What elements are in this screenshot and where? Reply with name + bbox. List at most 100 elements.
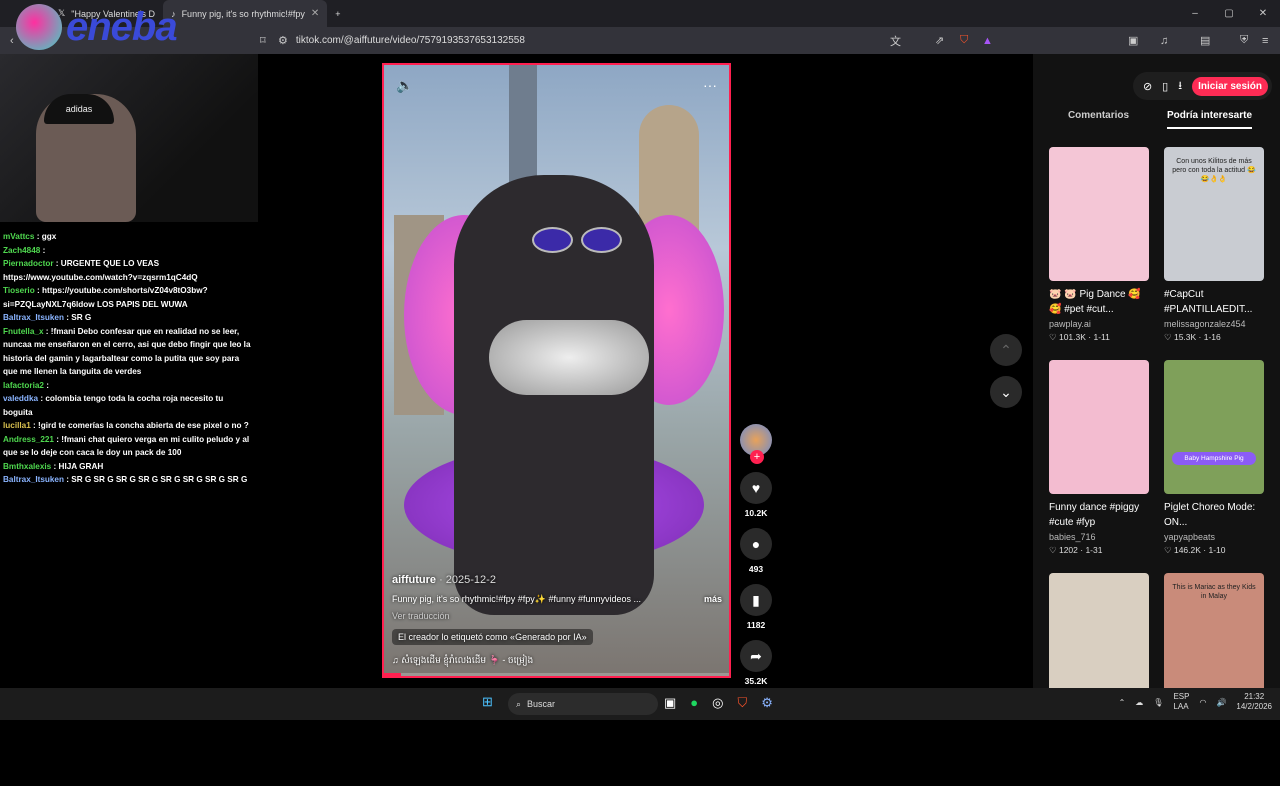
minimize-button[interactable]: – [1178, 0, 1212, 27]
eneba-logo-mark [16, 4, 62, 50]
music-icon[interactable]: ♫ [1160, 35, 1168, 47]
menu-icon[interactable]: ≡ [1262, 35, 1268, 47]
share-button[interactable]: ➦ [740, 640, 772, 672]
chat-username[interactable]: lafactoria2 [3, 381, 44, 390]
save-count: 1182 [746, 620, 766, 630]
tab-suggested[interactable]: Podría interesarte [1166, 110, 1253, 129]
steam-icon[interactable]: ⚙ [761, 695, 773, 711]
tray-chevron-icon[interactable]: ⌃ [1119, 698, 1126, 707]
clock[interactable]: 21:32 14/2/2026 [1236, 692, 1272, 712]
new-tab-button[interactable]: + [327, 0, 348, 27]
taskbar-search[interactable]: ⌕ Buscar [508, 693, 658, 715]
chat-username[interactable]: Zach4848 [3, 246, 40, 255]
right-panel: ⊘ ▯ ⭳ Iniciar sesión Comentarios Podría … [1033, 54, 1280, 707]
login-button[interactable]: Iniciar sesión [1192, 76, 1268, 96]
back-icon[interactable]: ‹ [10, 35, 14, 47]
share-arrow-icon: ➦ [750, 647, 762, 664]
bookmark-icon[interactable]: ⌑ [260, 34, 266, 47]
more-options-button[interactable]: ··· [703, 77, 717, 94]
suggested-video-card[interactable]: Con unos Kilitos de más pero con toda la… [1164, 147, 1264, 360]
video-date: · 2025-12-2 [439, 574, 496, 586]
panel-tabs: Comentarios Podría interesarte [1049, 110, 1271, 129]
language-indicator[interactable]: ESP LAA [1173, 692, 1189, 712]
sunglasses [532, 227, 622, 253]
video-player[interactable]: 🔈 ··· aiffuture · 2025-12-2 Funny pig, i… [382, 63, 731, 678]
music-info[interactable]: ♫ សំឡេងដើម ខ្ញុំរាំលេងដើម 🦩 - ចម្រៀង [392, 655, 722, 668]
next-video-button[interactable]: ⌄ [990, 376, 1022, 408]
video-author[interactable]: yapyapbeats [1164, 532, 1264, 542]
download-icon[interactable]: ⭳ [1178, 77, 1182, 96]
site-settings-icon[interactable]: ⚙ [278, 34, 288, 47]
video-author[interactable]: aiffuture · 2025-12-2 [392, 574, 722, 586]
close-tab-icon[interactable]: ✕ [311, 8, 319, 19]
video-author[interactable]: babies_716 [1049, 532, 1149, 542]
suggested-video-card[interactable]: 🐷 🐷 Pig Dance 🥰 🥰 #pet #cut... pawplay.ai… [1049, 147, 1149, 360]
suggested-video-card[interactable]: Funny dance #piggy #cute #fyp babies_716 ♡… [1049, 360, 1149, 573]
video-thumbnail[interactable] [1049, 147, 1149, 281]
video-author[interactable]: melissagonzalez454 [1164, 319, 1264, 329]
tab-comments[interactable]: Comentarios [1068, 110, 1129, 129]
previous-video-button[interactable]: ⌃ [990, 334, 1022, 366]
brave-icon[interactable]: ⛉ [738, 695, 748, 711]
vpn-icon[interactable]: ⛨ [1240, 34, 1248, 47]
chat-username[interactable]: mVattcs [3, 232, 34, 241]
suggested-video-card[interactable] [1049, 573, 1149, 786]
chat-username[interactable]: Andress_221 [3, 435, 54, 444]
chat-username[interactable]: Bmthxalexis [3, 462, 51, 471]
video-progress-bar[interactable] [384, 673, 729, 676]
spotify-icon[interactable]: ● [690, 695, 698, 711]
more-link[interactable]: más [704, 594, 722, 605]
chat-username[interactable]: Baltrax_Itsuken [3, 475, 64, 484]
wifi-icon[interactable]: ◠ [1199, 698, 1206, 707]
video-thumbnail[interactable]: This is Mariac as they Kids in Malay [1164, 573, 1264, 707]
video-top-controls: 🔈 ··· [396, 77, 717, 94]
rewards-icon[interactable]: ▲ [982, 35, 993, 47]
chat-username[interactable]: Piernadoctor [3, 259, 54, 268]
creator-avatar[interactable]: + [740, 424, 772, 464]
video-thumbnail[interactable]: Con unos Kilitos de más pero con toda la… [1164, 147, 1264, 281]
suggested-video-card[interactable]: Baby Hampshire Pig Piglet Choreo Mode: ON… [1164, 360, 1264, 573]
volume-icon[interactable]: 🔊 [1216, 698, 1226, 707]
video-thumbnail[interactable]: Baby Hampshire Pig [1164, 360, 1264, 494]
author-name[interactable]: aiffuture [392, 574, 436, 586]
close-window-button[interactable]: ✕ [1246, 0, 1280, 27]
chat-username[interactable]: Baltrax_Itsuken [3, 313, 64, 322]
video-stats: ♡ 1202 · 1-31 [1049, 545, 1103, 555]
save-button[interactable]: ▮ [740, 584, 772, 616]
translate-link[interactable]: Ver traducción [392, 611, 722, 621]
windows-start-icon[interactable]: ⊞ [482, 694, 493, 710]
chat-username[interactable]: valeddka [3, 394, 38, 403]
maximize-button[interactable]: ▢ [1212, 0, 1246, 27]
follow-plus-icon[interactable]: + [750, 450, 764, 464]
coins-icon[interactable]: ⊘ [1143, 80, 1152, 93]
video-title: Funny dance #piggy #cute #fyp [1049, 502, 1140, 528]
device-icon[interactable]: ▯ [1162, 80, 1168, 93]
chrome-icon[interactable]: ◎ [712, 695, 723, 711]
suggested-video-card[interactable]: This is Mariac as they Kids in Malay [1164, 573, 1264, 786]
chat-username[interactable]: Fnutella_x [3, 327, 44, 336]
eneba-logo: eneba [16, 0, 216, 54]
network-icon[interactable]: ☁ [1135, 698, 1143, 707]
video-description: Funny pig, it's so rhythmic!#fpy #fpy✨ #… [392, 594, 642, 604]
chat-text: : HIJA GRAH [53, 461, 104, 471]
chat-username[interactable]: lucilla1 [3, 421, 31, 430]
thumbnail-caption: Con unos Kilitos de más pero con toda la… [1172, 158, 1256, 183]
chat-text: : ggx [36, 232, 57, 241]
share-icon[interactable]: ⇗ [935, 34, 944, 47]
mic-icon[interactable]: 🎙 [1153, 698, 1163, 707]
wallet-icon[interactable]: ▤ [1200, 34, 1210, 47]
speaker-icon[interactable]: 🔈 [396, 77, 413, 94]
like-button[interactable]: ♥ [740, 472, 772, 504]
translate-icon[interactable]: 文 [890, 33, 901, 49]
video-thumbnail[interactable] [1049, 573, 1149, 707]
brave-shield-icon[interactable]: ⛉ [960, 34, 968, 47]
sidebar-icon[interactable]: ▣ [1128, 34, 1138, 47]
video-author[interactable]: pawplay.ai [1049, 319, 1149, 329]
video-thumbnail[interactable] [1049, 360, 1149, 494]
comment-button[interactable]: ● [740, 528, 772, 560]
video-stats: ♡ 146.2K · 1-10 [1164, 545, 1226, 555]
stream-chat: mVattcs : ggx Zach4848 : Piernadoctor : UR… [0, 230, 258, 487]
thumbnail-badge: Baby Hampshire Pig [1172, 452, 1256, 465]
chat-username[interactable]: Tioserio [3, 286, 35, 295]
task-view-icon[interactable]: ▣ [664, 695, 676, 711]
